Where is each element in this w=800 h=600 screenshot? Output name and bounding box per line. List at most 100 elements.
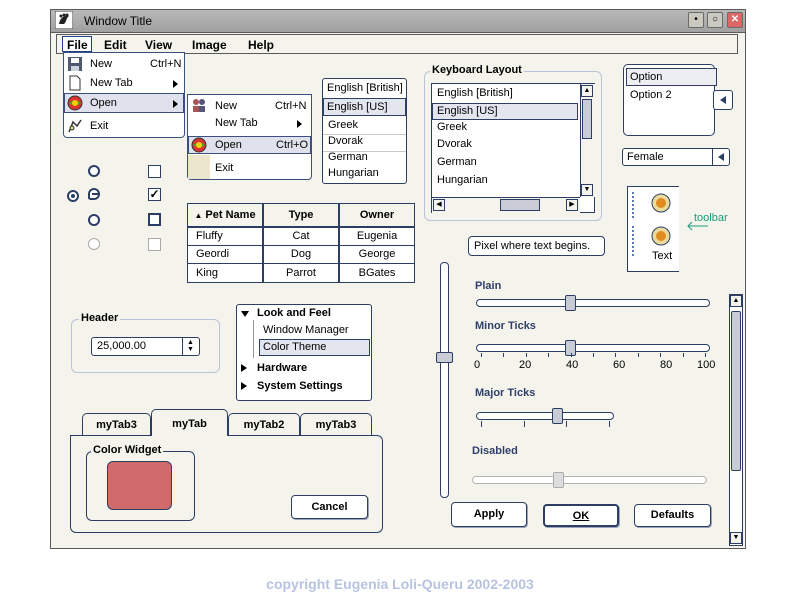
keyboard-vscroll-thumb[interactable] bbox=[582, 99, 592, 139]
tree-item-system-settings[interactable]: System Settings bbox=[257, 380, 343, 392]
tab-mytab-selected[interactable]: myTab bbox=[151, 409, 228, 436]
maximize-button[interactable]: ○ bbox=[707, 12, 723, 28]
checkbox-2-checked[interactable]: ✓ bbox=[148, 188, 161, 201]
menu-view[interactable]: View bbox=[145, 38, 172, 52]
table-cell[interactable]: Eugenia bbox=[339, 227, 415, 246]
scroll-down-button[interactable]: ▼ bbox=[730, 532, 742, 544]
pet-table-header-owner[interactable]: Owner bbox=[339, 203, 415, 227]
ok-button[interactable]: OK bbox=[543, 504, 619, 527]
apply-button[interactable]: Apply bbox=[451, 502, 527, 527]
tree-item-hardware[interactable]: Hardware bbox=[257, 362, 307, 374]
spin-down-icon[interactable]: ▼ bbox=[187, 346, 194, 353]
list-item[interactable]: German bbox=[328, 151, 368, 163]
title-bar[interactable] bbox=[51, 10, 745, 33]
list-item[interactable]: Hungarian bbox=[437, 174, 488, 186]
menu-help[interactable]: Help bbox=[248, 38, 274, 52]
expand-right-icon[interactable] bbox=[241, 382, 247, 390]
scrollbar-thumb[interactable] bbox=[731, 311, 741, 471]
cancel-button[interactable]: Cancel bbox=[291, 495, 368, 519]
table-cell[interactable]: Parrot bbox=[263, 263, 339, 283]
slider-tick bbox=[682, 353, 684, 357]
list-item[interactable]: Dvorak bbox=[328, 135, 363, 147]
scroll-up-button[interactable]: ▲ bbox=[730, 295, 742, 307]
table-cell[interactable]: Cat bbox=[263, 227, 339, 246]
list-item[interactable]: Greek bbox=[437, 121, 467, 133]
file-menu-open[interactable]: Open bbox=[90, 97, 117, 109]
checkbox-1[interactable] bbox=[148, 165, 161, 178]
keyboard-scroll-down[interactable]: ▼ bbox=[581, 184, 593, 196]
radio-2-selected[interactable] bbox=[67, 190, 79, 202]
expand-down-icon[interactable] bbox=[241, 311, 249, 317]
submenu-open-shortcut: Ctrl+O bbox=[276, 139, 309, 151]
toolbar-button-2[interactable] bbox=[651, 226, 671, 246]
checkbox-3[interactable] bbox=[148, 213, 161, 226]
submenu-open[interactable]: Open bbox=[215, 139, 242, 151]
table-cell[interactable]: Geordi bbox=[187, 245, 263, 264]
submenu-exit[interactable]: Exit bbox=[215, 162, 233, 174]
spin-up-icon[interactable]: ▲ bbox=[187, 339, 194, 346]
keyboard-hscroll-thumb[interactable] bbox=[500, 199, 540, 211]
list-item[interactable]: Option 2 bbox=[630, 89, 672, 101]
menu-file[interactable]: File bbox=[67, 38, 88, 52]
pet-table-header-type[interactable]: Type bbox=[263, 203, 339, 227]
list-item[interactable]: Option bbox=[630, 71, 662, 83]
table-cell[interactable]: Dog bbox=[263, 245, 339, 264]
vertical-slider-thumb[interactable] bbox=[436, 352, 453, 363]
radio-1[interactable] bbox=[88, 165, 100, 177]
pet-table-header-name[interactable]: ▲ Pet Name bbox=[187, 203, 263, 227]
color-swatch[interactable] bbox=[107, 461, 172, 510]
gender-select-value: Female bbox=[627, 151, 664, 163]
option-list-arrow-button[interactable] bbox=[713, 90, 733, 110]
list-item[interactable]: Hungarian bbox=[328, 167, 379, 179]
tab-mytab3-b[interactable]: myTab3 bbox=[300, 413, 372, 435]
tab-mytab2[interactable]: myTab2 bbox=[228, 413, 300, 435]
list-item[interactable]: Greek bbox=[328, 119, 358, 131]
spinner-buttons[interactable]: ▲ ▼ bbox=[182, 338, 199, 355]
window-title: Window Title bbox=[84, 14, 153, 28]
slider-major-thumb[interactable] bbox=[552, 408, 564, 424]
defaults-button[interactable]: Defaults bbox=[634, 504, 711, 527]
expand-right-icon[interactable] bbox=[241, 364, 247, 372]
submenu-new[interactable]: New bbox=[215, 100, 237, 112]
toolbar-button-1[interactable] bbox=[651, 193, 671, 213]
vertical-slider-track[interactable] bbox=[440, 262, 449, 498]
list-item[interactable]: Dvorak bbox=[437, 138, 472, 150]
list-item[interactable]: German bbox=[437, 156, 477, 168]
list-item[interactable]: English [British] bbox=[437, 87, 513, 99]
tab-mytab3-a[interactable]: myTab3 bbox=[82, 413, 151, 435]
app-logo-icon[interactable] bbox=[54, 10, 74, 30]
slider-plain-track[interactable] bbox=[476, 299, 710, 307]
minimize-button[interactable]: • bbox=[688, 12, 704, 28]
keyboard-scroll-left[interactable]: ◀ bbox=[433, 199, 445, 211]
keyboard-scroll-up[interactable]: ▲ bbox=[581, 85, 593, 97]
table-cell[interactable]: BGates bbox=[339, 263, 415, 283]
radio-4[interactable] bbox=[88, 214, 100, 226]
file-menu-exit[interactable]: Exit bbox=[90, 120, 108, 132]
table-cell[interactable]: George bbox=[339, 245, 415, 264]
keyboard-scroll-right[interactable]: ▶ bbox=[566, 199, 578, 211]
tree-item-window-manager[interactable]: Window Manager bbox=[263, 324, 349, 336]
file-menu-new-tab[interactable]: New Tab bbox=[90, 77, 133, 89]
table-cell[interactable]: Fluffy bbox=[187, 227, 263, 246]
close-button[interactable]: ✕ bbox=[727, 12, 743, 28]
list-item[interactable]: English [US] bbox=[437, 105, 498, 117]
radio-3-focused[interactable] bbox=[88, 188, 100, 200]
menu-edit[interactable]: Edit bbox=[104, 38, 127, 52]
slider-major-track[interactable] bbox=[476, 412, 614, 420]
list-item[interactable]: English [British] bbox=[327, 82, 403, 94]
gender-select-arrow[interactable] bbox=[712, 149, 729, 165]
slider-tick bbox=[523, 421, 525, 427]
menu-image[interactable]: Image bbox=[192, 38, 227, 52]
slider-tick bbox=[503, 353, 505, 357]
new-document-icon bbox=[67, 75, 83, 91]
list-item[interactable]: English [US] bbox=[327, 101, 388, 113]
slider-disabled-thumb bbox=[552, 472, 564, 488]
exit-icon bbox=[67, 118, 83, 134]
tree-item-color-theme[interactable]: Color Theme bbox=[263, 341, 326, 353]
slider-plain-thumb[interactable] bbox=[565, 295, 577, 311]
slider-minor-track[interactable] bbox=[476, 344, 710, 352]
file-menu-new[interactable]: New bbox=[90, 58, 112, 70]
tree-item-look-and-feel[interactable]: Look and Feel bbox=[257, 307, 331, 319]
table-cell[interactable]: King bbox=[187, 263, 263, 283]
submenu-new-tab[interactable]: New Tab bbox=[215, 117, 258, 129]
